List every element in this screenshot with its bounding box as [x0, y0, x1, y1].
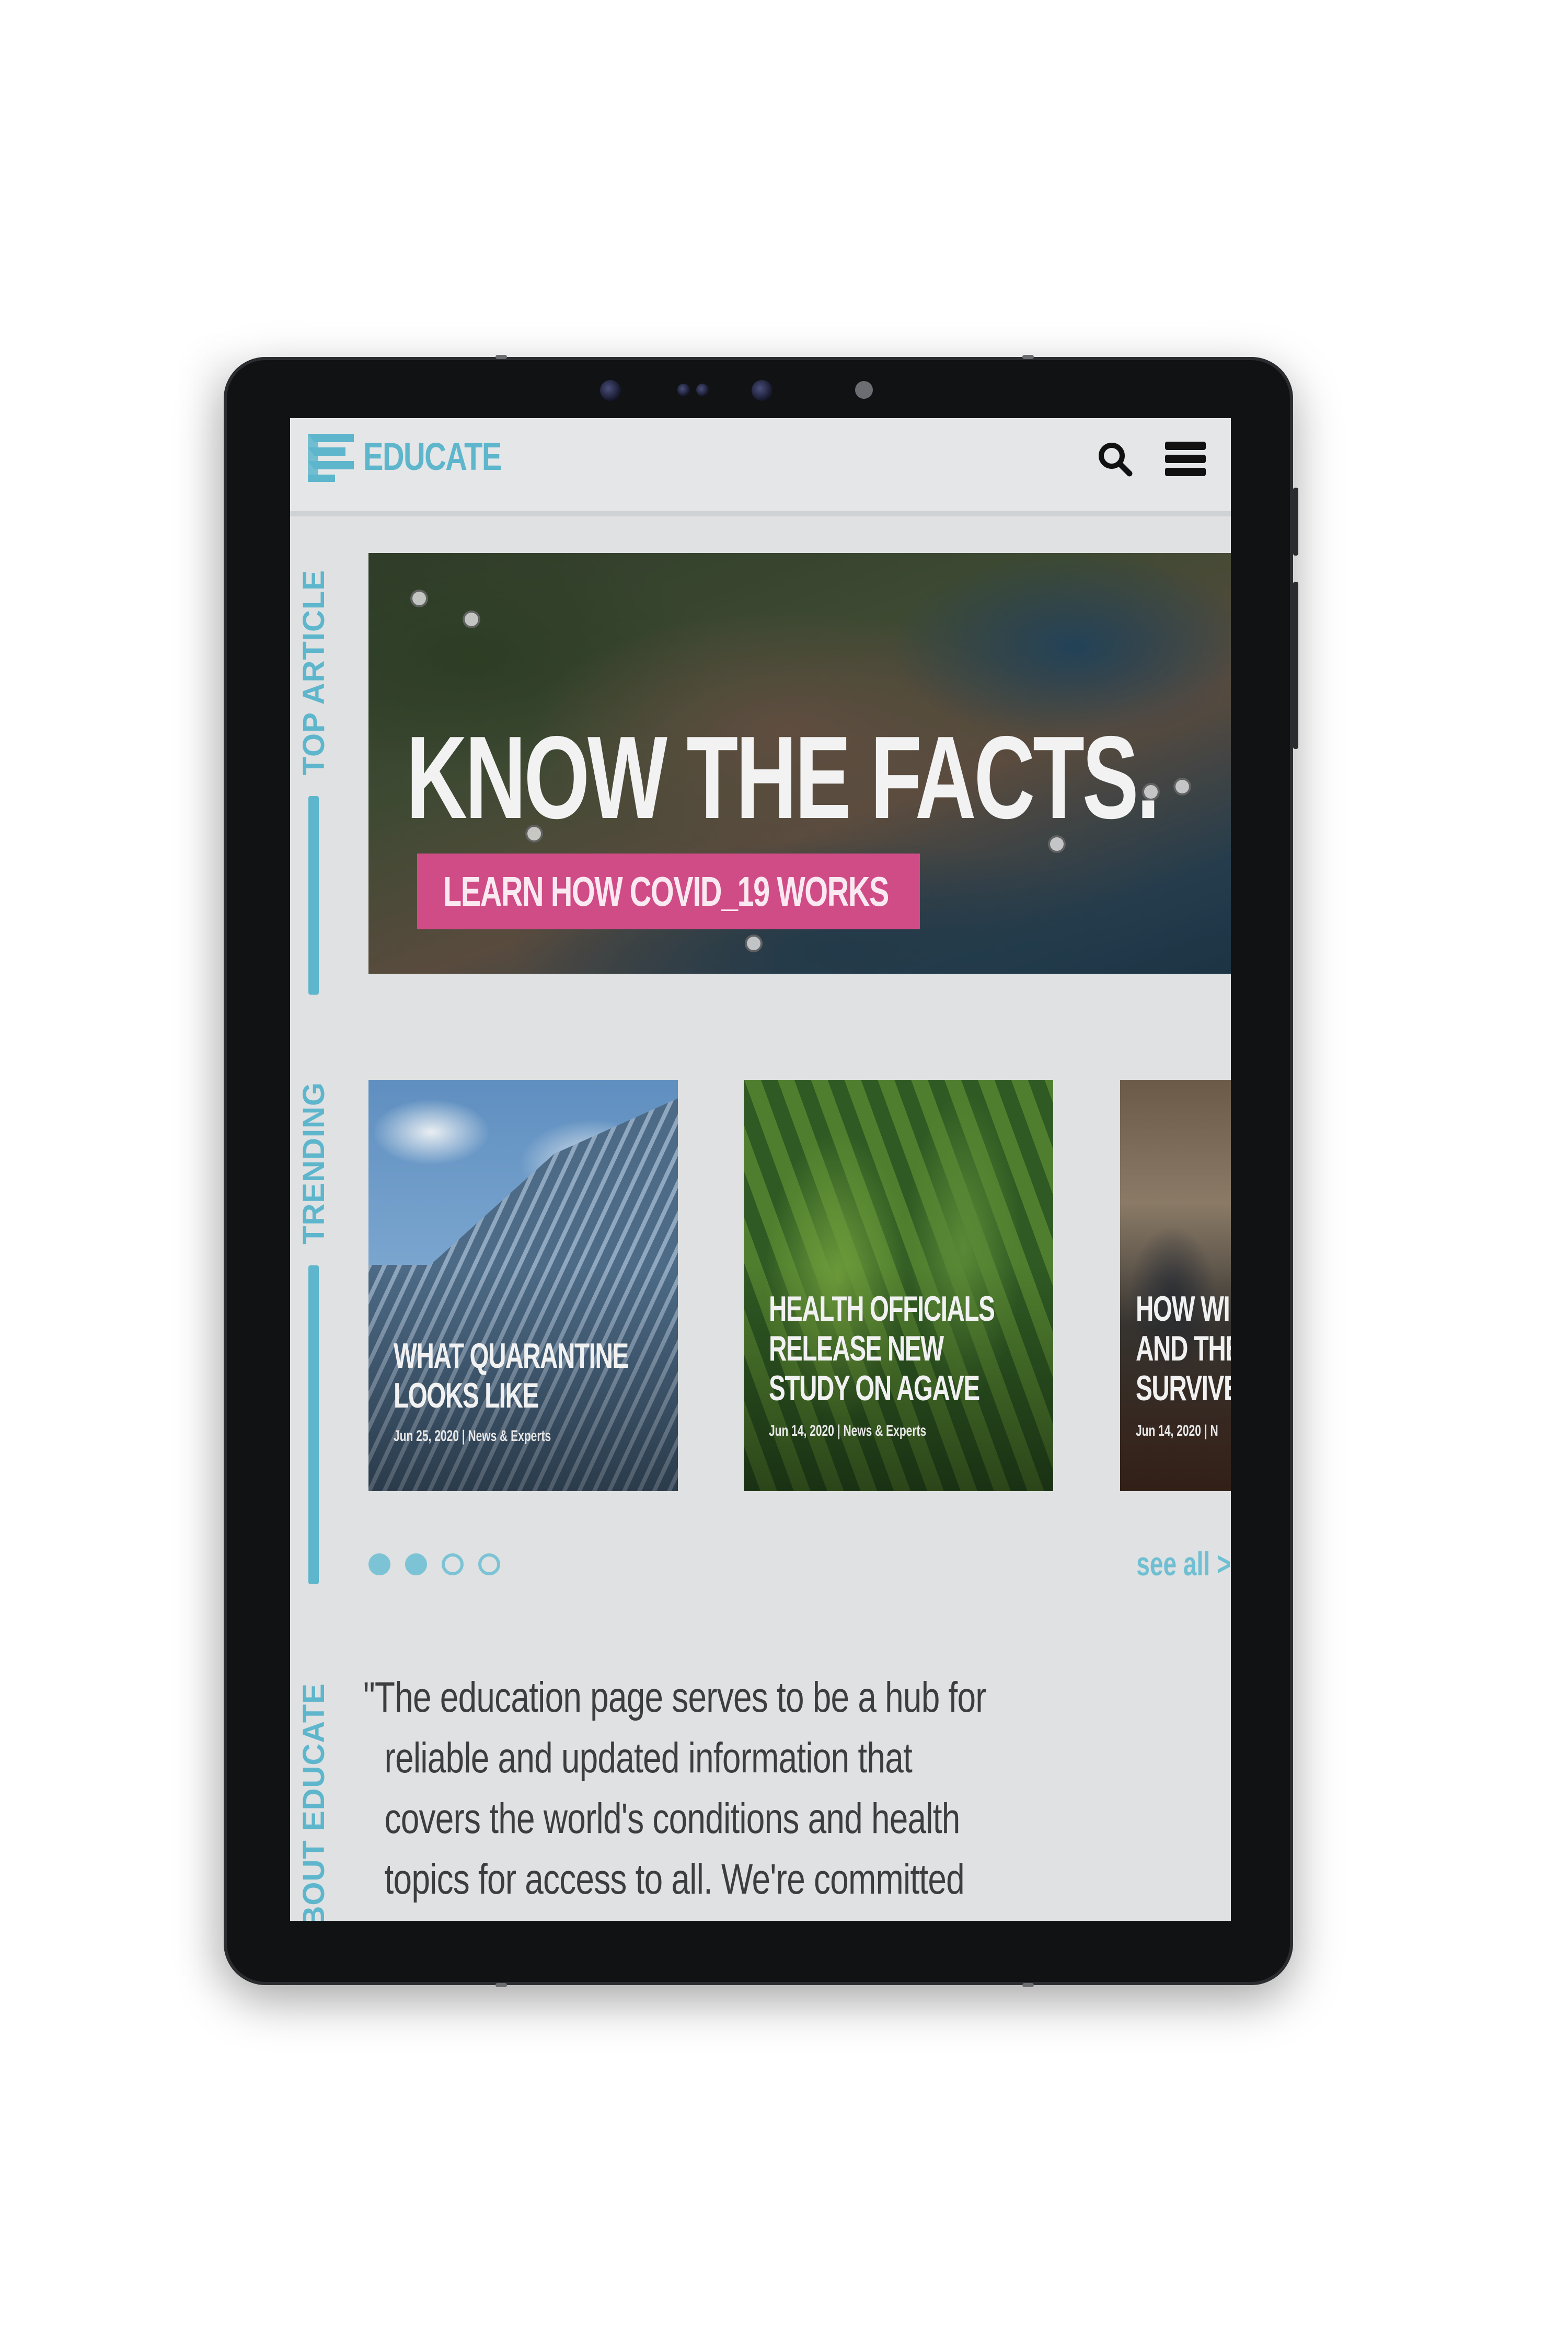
hero-title: KNOW THE FACTS. — [406, 711, 1160, 843]
sensor-icon — [696, 384, 709, 396]
map-pin-icon — [410, 590, 428, 607]
section-indicator-bar — [308, 796, 319, 995]
map-pin-icon — [1173, 778, 1191, 795]
tablet-side-button — [1293, 582, 1298, 749]
tablet-top-seam — [1022, 355, 1034, 359]
hamburger-menu-icon[interactable] — [1160, 434, 1210, 483]
front-camera-icon — [752, 380, 773, 401]
card-title: WHAT QUARANTINE LOOKS LIKE — [394, 1336, 629, 1415]
card-title: HOW WI AND THE SURVIVE — [1136, 1289, 1231, 1408]
card-meta: Jun 14, 2020 | News & Experts — [769, 1422, 927, 1439]
tablet-bottom-seam — [1022, 1983, 1034, 1987]
educate-logo-icon — [304, 428, 356, 485]
about-text: "The education page serves to be a hub f… — [363, 1667, 1220, 1910]
pager-dot[interactable] — [368, 1553, 390, 1575]
device-screen: EDUCATE TOP ARTICLE TRENDING ABOUT EDUCA… — [290, 418, 1231, 1921]
tablet-side-button — [1293, 488, 1298, 556]
front-camera-icon — [600, 380, 621, 401]
trending-label: TRENDING — [296, 1082, 331, 1244]
section-indicator-bar — [308, 1265, 319, 1584]
hero-banner[interactable]: KNOW THE FACTS. LEARN HOW COVID_19 WORKS — [368, 553, 1231, 974]
app-header: EDUCATE — [290, 418, 1231, 516]
pager-dot[interactable] — [405, 1553, 427, 1575]
pager-dot[interactable] — [478, 1553, 500, 1575]
tablet-bottom-seam — [495, 1983, 507, 1987]
see-all-link[interactable]: see all > — [1136, 1544, 1231, 1583]
map-pin-icon — [463, 610, 480, 628]
about-text-line: topics for access to all. We're committe… — [384, 1855, 965, 1903]
section-label-trending: TRENDING — [290, 1082, 337, 1584]
search-icon[interactable] — [1090, 434, 1139, 483]
section-label-top-article: TOP ARTICLE — [290, 570, 337, 995]
trending-card[interactable]: WHAT QUARANTINE LOOKS LIKE Jun 25, 2020 … — [368, 1080, 678, 1491]
trending-card[interactable]: HEALTH OFFICIALS RELEASE NEW STUDY ON AG… — [744, 1080, 1053, 1491]
carousel-pager — [368, 1553, 500, 1575]
brand-logo[interactable]: EDUCATE — [304, 428, 540, 485]
map-pin-icon — [745, 935, 763, 952]
pager-dot[interactable] — [442, 1553, 464, 1575]
about-text-line: reliable and updated information that — [384, 1734, 913, 1782]
tablet-device: EDUCATE TOP ARTICLE TRENDING ABOUT EDUCA… — [224, 355, 1298, 1987]
card-meta: Jun 25, 2020 | News & Experts — [394, 1427, 551, 1445]
brand-name: EDUCATE — [363, 434, 502, 478]
about-text-line: "The education page serves to be a hub f… — [363, 1674, 987, 1721]
card-image-sky — [368, 1080, 678, 1265]
sensor-icon — [677, 384, 690, 396]
trending-card[interactable]: HOW WI AND THE SURVIVE Jun 14, 2020 | N — [1120, 1080, 1231, 1491]
tablet-top-seam — [495, 355, 507, 359]
section-label-about: ABOUT EDUCATE — [290, 1683, 337, 1921]
about-label: ABOUT EDUCATE — [296, 1683, 331, 1921]
about-text-line: covers the world's conditions and health — [384, 1795, 961, 1842]
card-title: HEALTH OFFICIALS RELEASE NEW STUDY ON AG… — [769, 1289, 995, 1408]
learn-covid-button[interactable]: LEARN HOW COVID_19 WORKS — [417, 854, 920, 929]
top-article-label: TOP ARTICLE — [296, 570, 331, 776]
card-meta: Jun 14, 2020 | N — [1136, 1422, 1218, 1439]
learn-covid-button-label: LEARN HOW COVID_19 WORKS — [443, 868, 889, 915]
proximity-sensor-icon — [855, 381, 873, 399]
